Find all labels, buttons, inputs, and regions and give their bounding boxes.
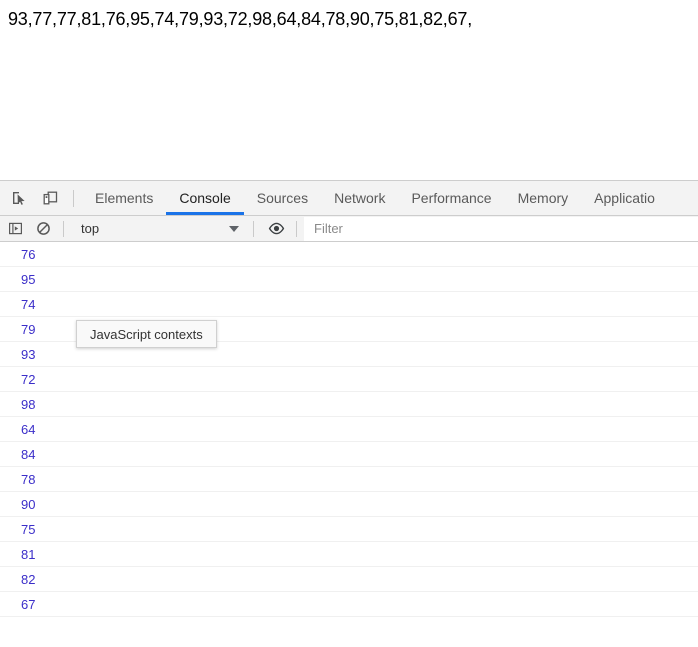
console-row[interactable]: 67 bbox=[0, 592, 698, 617]
tab-label: Network bbox=[334, 190, 386, 206]
tab-elements[interactable]: Elements bbox=[82, 181, 166, 215]
console-toolbar-divider-3 bbox=[296, 220, 297, 237]
console-filter-input[interactable]: Filter bbox=[304, 216, 698, 241]
tab-label: Applicatio bbox=[594, 190, 655, 206]
console-value: 81 bbox=[21, 546, 36, 562]
javascript-context-select[interactable]: top bbox=[71, 217, 246, 241]
devtools-tabstrip: Elements Console Sources Network Perform… bbox=[0, 181, 698, 216]
console-row[interactable]: 82 bbox=[0, 567, 698, 592]
javascript-contexts-tooltip: JavaScript contexts bbox=[76, 320, 217, 348]
tab-label: Performance bbox=[411, 190, 492, 206]
tab-performance[interactable]: Performance bbox=[398, 181, 504, 215]
console-row[interactable]: 76 bbox=[0, 242, 698, 267]
tab-label: Memory bbox=[517, 190, 569, 206]
console-value: 75 bbox=[21, 521, 36, 537]
console-row[interactable]: 75 bbox=[0, 517, 698, 542]
console-value: 67 bbox=[21, 596, 36, 612]
console-value: 79 bbox=[21, 321, 36, 337]
tab-memory[interactable]: Memory bbox=[505, 181, 582, 215]
console-output-list[interactable]: 76 95 74 79 93 72 98 64 84 78 90 75 81 8… bbox=[0, 242, 698, 645]
console-row[interactable]: 84 bbox=[0, 442, 698, 467]
console-value: 90 bbox=[21, 496, 36, 512]
console-toolbar-divider-2 bbox=[253, 220, 254, 237]
tab-application[interactable]: Applicatio bbox=[581, 181, 668, 215]
console-value: 72 bbox=[21, 371, 36, 387]
filter-placeholder: Filter bbox=[314, 221, 343, 236]
tab-network[interactable]: Network bbox=[321, 181, 398, 215]
console-value: 95 bbox=[21, 271, 36, 287]
toolbar-divider bbox=[73, 189, 74, 207]
console-row[interactable]: 64 bbox=[0, 417, 698, 442]
console-row[interactable]: 90 bbox=[0, 492, 698, 517]
tab-label: Sources bbox=[256, 190, 309, 206]
console-row[interactable]: 98 bbox=[0, 392, 698, 417]
page-viewport: 93,77,77,81,76,95,74,79,93,72,98,64,84,7… bbox=[0, 0, 698, 180]
console-value: 82 bbox=[21, 571, 36, 587]
clear-console-icon[interactable] bbox=[30, 217, 56, 241]
sidebar-toggle-icon[interactable] bbox=[2, 217, 28, 241]
tab-sources[interactable]: Sources bbox=[244, 181, 321, 215]
device-toolbar-icon[interactable] bbox=[36, 184, 64, 212]
tab-label: Console bbox=[179, 190, 231, 206]
console-value: 98 bbox=[21, 396, 36, 412]
console-value: 93 bbox=[21, 346, 36, 362]
tooltip-text: JavaScript contexts bbox=[90, 326, 203, 342]
console-toolbar-divider bbox=[63, 220, 64, 237]
tab-console[interactable]: Console bbox=[166, 181, 245, 215]
console-row[interactable]: 81 bbox=[0, 542, 698, 567]
console-row[interactable]: 74 bbox=[0, 292, 698, 317]
eye-icon[interactable] bbox=[263, 217, 289, 241]
console-value: 78 bbox=[21, 471, 36, 487]
tab-label: Elements bbox=[95, 190, 154, 206]
console-toolbar: top Filter bbox=[0, 216, 698, 242]
page-output-text: 93,77,77,81,76,95,74,79,93,72,98,64,84,7… bbox=[8, 9, 473, 29]
console-row[interactable]: 72 bbox=[0, 367, 698, 392]
console-value: 84 bbox=[21, 446, 36, 462]
console-value: 64 bbox=[21, 421, 36, 437]
console-row[interactable]: 95 bbox=[0, 267, 698, 292]
chevron-down-icon bbox=[229, 225, 239, 232]
console-value: 74 bbox=[21, 296, 36, 312]
devtools-panel: Elements Console Sources Network Perform… bbox=[0, 180, 698, 647]
inspect-element-icon[interactable] bbox=[5, 184, 33, 212]
console-row[interactable]: 78 bbox=[0, 467, 698, 492]
context-select-value: top bbox=[81, 221, 100, 236]
console-value: 76 bbox=[21, 246, 36, 262]
